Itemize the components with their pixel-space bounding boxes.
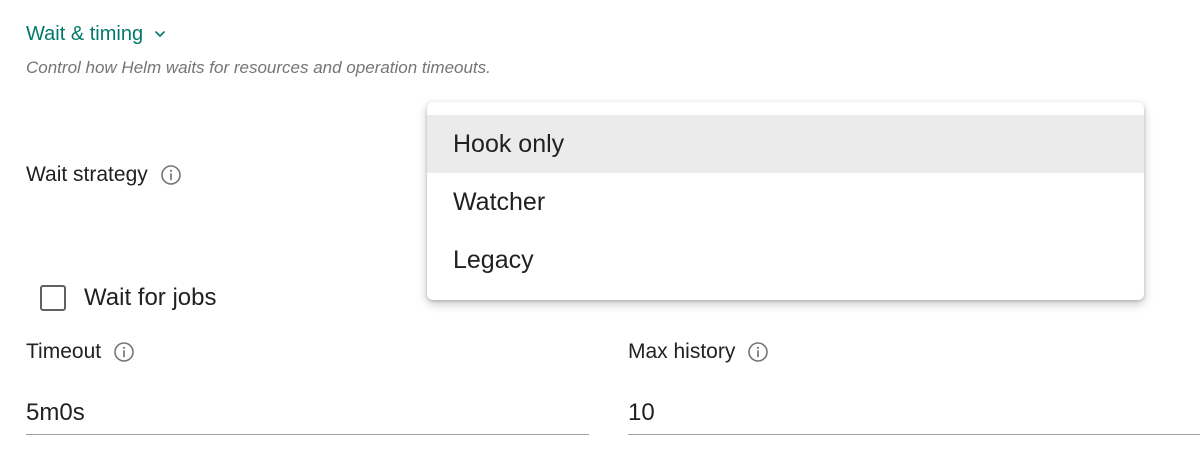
max-history-label: Max history [628, 340, 736, 363]
menu-item-hook-only[interactable]: Hook only [427, 115, 1144, 173]
info-icon[interactable] [113, 341, 135, 363]
menu-item-watcher[interactable]: Watcher [427, 173, 1144, 231]
menu-item-label: Legacy [453, 245, 534, 274]
wait-strategy-label: Wait strategy [26, 163, 148, 186]
section-description: Control how Helm waits for resources and… [26, 58, 491, 77]
timeout-input[interactable] [26, 391, 589, 435]
wait-for-jobs-checkbox-row[interactable]: Wait for jobs [40, 284, 216, 312]
chevron-down-icon [155, 31, 165, 37]
info-icon[interactable] [160, 164, 182, 186]
info-icon[interactable] [747, 341, 769, 363]
max-history-label-group: Max history [628, 340, 769, 364]
wait-strategy-dropdown-menu: Hook only Watcher Legacy [427, 102, 1144, 300]
menu-item-legacy[interactable]: Legacy [427, 231, 1144, 289]
timeout-label: Timeout [26, 340, 102, 363]
menu-item-label: Hook only [453, 129, 565, 158]
timeout-label-group: Timeout [26, 340, 135, 364]
wait-for-jobs-checkbox[interactable] [40, 285, 66, 311]
section-toggle-wait-timing[interactable]: Wait & timing [26, 22, 167, 46]
section-title: Wait & timing [26, 23, 144, 45]
wait-strategy-label-group: Wait strategy [26, 163, 182, 187]
menu-item-label: Watcher [453, 187, 546, 216]
max-history-input[interactable] [628, 391, 1200, 435]
wait-for-jobs-label: Wait for jobs [84, 284, 217, 311]
